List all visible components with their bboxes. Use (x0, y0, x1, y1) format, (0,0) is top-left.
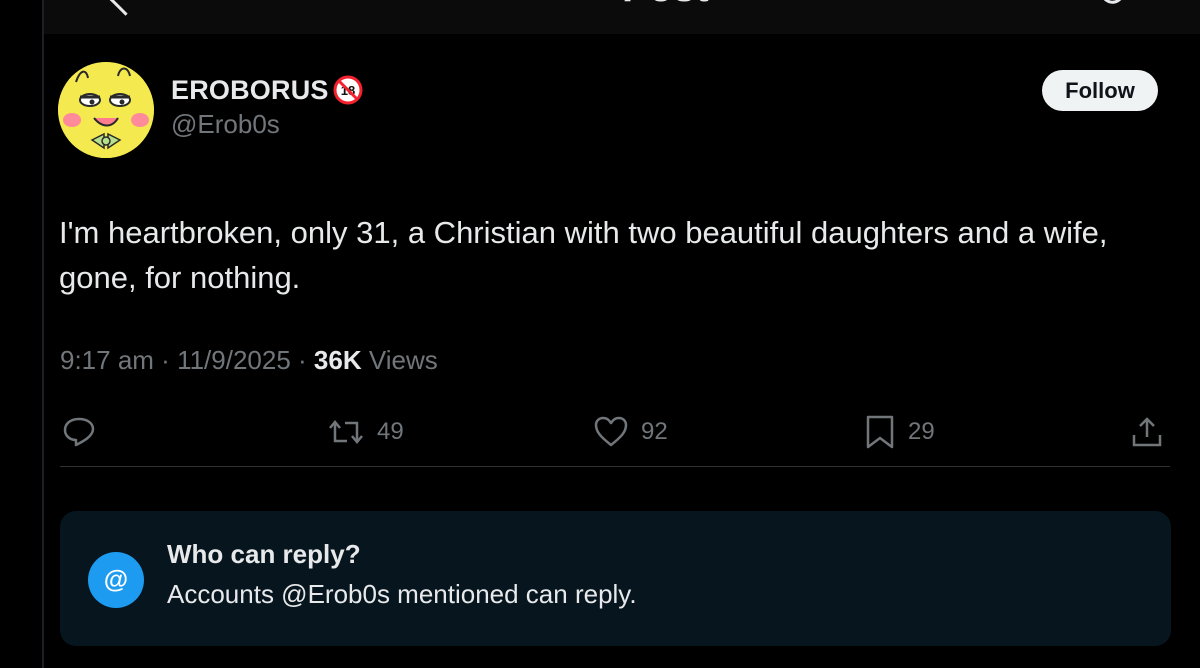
post-date[interactable]: 11/9/2025 (177, 345, 291, 375)
author-name-row[interactable]: EROBORUS 18 (171, 72, 363, 108)
post-text: I'm heartbroken, only 31, a Christian wi… (59, 215, 1108, 295)
divider (60, 466, 1170, 467)
views-label[interactable]: Views (362, 345, 438, 375)
page-title: Post (622, 0, 709, 11)
heart-icon (594, 416, 628, 447)
bookmark-count: 29 (908, 418, 935, 445)
views-count[interactable]: 36K (314, 345, 362, 375)
yellow-cartoon-avatar-icon (58, 62, 154, 158)
post-screen: Post EROBORUS 18 (0, 0, 1200, 668)
who-can-reply-card: @ Who can reply? Accounts @Erob0s mentio… (60, 511, 1171, 646)
author-handle[interactable]: @Erob0s (171, 109, 280, 140)
share-button[interactable] (1130, 408, 1164, 456)
who-can-reply-title: Who can reply? (167, 539, 361, 569)
repost-icon (329, 420, 363, 444)
bookmark-icon (866, 415, 894, 449)
age-restriction-18-icon: 18 (333, 75, 363, 105)
share-icon (1132, 417, 1162, 447)
column-border (42, 0, 44, 668)
post-metadata: 9:17 am · 11/9/2025 · 36K Views (60, 345, 438, 376)
top-bar: Post (44, 0, 1200, 34)
like-button[interactable]: 92 (593, 408, 668, 456)
reply-button[interactable] (62, 408, 96, 456)
repost-count: 49 (377, 418, 404, 445)
reply-icon (63, 417, 95, 447)
meta-separator: · (153, 345, 178, 375)
action-bar: 49 92 29 (44, 408, 1200, 456)
repost-button[interactable]: 49 (327, 408, 404, 456)
meta-separator: · (290, 345, 314, 375)
who-can-reply-description: Accounts @Erob0s mentioned can reply. (167, 579, 637, 609)
post-time[interactable]: 9:17 am (60, 345, 154, 375)
display-name[interactable]: EROBORUS (171, 75, 329, 106)
follow-button[interactable]: Follow (1042, 70, 1158, 111)
grok-icon[interactable] (1100, 0, 1128, 8)
at-sign-icon: @ (88, 552, 144, 608)
bookmark-button[interactable]: 29 (864, 408, 935, 456)
like-count: 92 (641, 418, 668, 445)
avatar[interactable] (58, 62, 154, 158)
back-arrow-icon[interactable] (109, 0, 142, 16)
